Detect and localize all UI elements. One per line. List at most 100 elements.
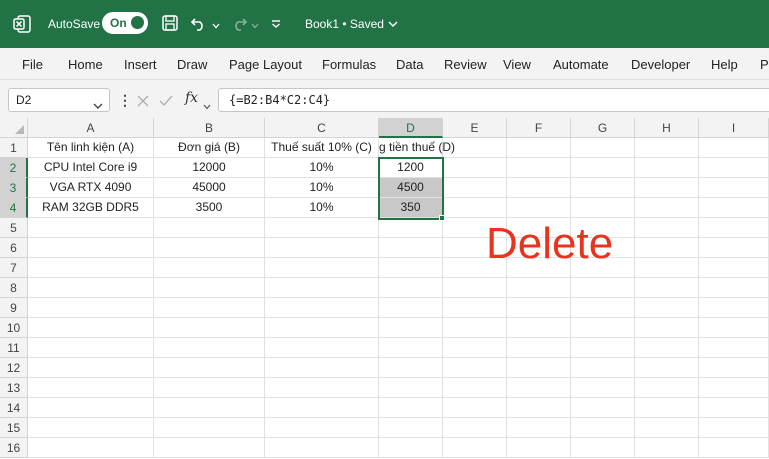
- cell-a4[interactable]: RAM 32GB DDR5: [28, 198, 154, 218]
- cell-c12[interactable]: [265, 358, 379, 378]
- redo-dropdown-icon[interactable]: [251, 19, 259, 29]
- cell-i11[interactable]: [699, 338, 769, 358]
- save-icon[interactable]: [160, 13, 180, 33]
- tab-file[interactable]: File: [22, 57, 43, 72]
- cell-a16[interactable]: [28, 438, 154, 458]
- cell-e4[interactable]: [443, 198, 507, 218]
- cell-a1[interactable]: Tên linh kiện (A): [28, 138, 154, 158]
- row-header-10[interactable]: 10: [0, 318, 28, 338]
- row-header-16[interactable]: 16: [0, 438, 28, 458]
- row-header-7[interactable]: 7: [0, 258, 28, 278]
- cell-g2[interactable]: [571, 158, 635, 178]
- tab-help[interactable]: Help: [711, 57, 738, 72]
- cell-i5[interactable]: [699, 218, 769, 238]
- document-title[interactable]: Book1 • Saved: [305, 17, 384, 31]
- undo-dropdown-icon[interactable]: [212, 19, 220, 29]
- cell-h13[interactable]: [635, 378, 699, 398]
- column-header-g[interactable]: G: [571, 118, 635, 138]
- tab-home[interactable]: Home: [68, 57, 103, 72]
- cell-g15[interactable]: [571, 418, 635, 438]
- column-header-a[interactable]: A: [28, 118, 154, 138]
- cell-h11[interactable]: [635, 338, 699, 358]
- cell-d4[interactable]: 350: [379, 198, 443, 218]
- tab-automate[interactable]: Automate: [553, 57, 609, 72]
- cell-e3[interactable]: [443, 178, 507, 198]
- cell-h6[interactable]: [635, 238, 699, 258]
- cell-c14[interactable]: [265, 398, 379, 418]
- cell-g3[interactable]: [571, 178, 635, 198]
- column-header-f[interactable]: F: [507, 118, 571, 138]
- cell-i4[interactable]: [699, 198, 769, 218]
- cell-b6[interactable]: [154, 238, 265, 258]
- cell-c16[interactable]: [265, 438, 379, 458]
- row-header-12[interactable]: 12: [0, 358, 28, 378]
- tab-insert[interactable]: Insert: [124, 57, 157, 72]
- autosave-toggle[interactable]: On: [102, 12, 148, 34]
- cell-c2[interactable]: 10%: [265, 158, 379, 178]
- cell-b5[interactable]: [154, 218, 265, 238]
- cell-g10[interactable]: [571, 318, 635, 338]
- cell-e2[interactable]: [443, 158, 507, 178]
- row-header-5[interactable]: 5: [0, 218, 28, 238]
- cell-d14[interactable]: [379, 398, 443, 418]
- cell-d8[interactable]: [379, 278, 443, 298]
- cell-a6[interactable]: [28, 238, 154, 258]
- cell-f2[interactable]: [507, 158, 571, 178]
- cell-c13[interactable]: [265, 378, 379, 398]
- cell-a3[interactable]: VGA RTX 4090: [28, 178, 154, 198]
- cell-e11[interactable]: [443, 338, 507, 358]
- cell-i8[interactable]: [699, 278, 769, 298]
- cell-d1[interactable]: g tiền thuế (D): [379, 138, 455, 158]
- cell-c8[interactable]: [265, 278, 379, 298]
- worksheet-grid[interactable]: ABCDEFGHI 1 2 3 4 5 6 7 8 9 10 11 12 13 14 15 16 Tên li…: [0, 118, 769, 459]
- cell-b1[interactable]: Đơn giá (B): [154, 138, 265, 158]
- cell-b13[interactable]: [154, 378, 265, 398]
- cell-f16[interactable]: [507, 438, 571, 458]
- cell-b7[interactable]: [154, 258, 265, 278]
- cell-h15[interactable]: [635, 418, 699, 438]
- fx-chevron-down-icon[interactable]: [203, 97, 211, 110]
- cell-c6[interactable]: [265, 238, 379, 258]
- cell-d3[interactable]: 4500: [379, 178, 443, 198]
- cell-i15[interactable]: [699, 418, 769, 438]
- cell-d11[interactable]: [379, 338, 443, 358]
- row-header-2[interactable]: 2: [0, 158, 28, 178]
- fill-handle[interactable]: [439, 215, 445, 221]
- redo-icon[interactable]: [229, 13, 249, 33]
- cell-h5[interactable]: [635, 218, 699, 238]
- cell-f9[interactable]: [507, 298, 571, 318]
- cell-g13[interactable]: [571, 378, 635, 398]
- cell-g1[interactable]: [571, 138, 635, 158]
- cell-a11[interactable]: [28, 338, 154, 358]
- tab-data[interactable]: Data: [396, 57, 423, 72]
- cell-b10[interactable]: [154, 318, 265, 338]
- tab-view[interactable]: View: [503, 57, 531, 72]
- cell-h10[interactable]: [635, 318, 699, 338]
- cell-a14[interactable]: [28, 398, 154, 418]
- cell-f10[interactable]: [507, 318, 571, 338]
- cell-d2[interactable]: 1200: [379, 158, 443, 178]
- cell-f3[interactable]: [507, 178, 571, 198]
- cell-c11[interactable]: [265, 338, 379, 358]
- cell-d6[interactable]: [379, 238, 443, 258]
- cell-c10[interactable]: [265, 318, 379, 338]
- cell-f13[interactable]: [507, 378, 571, 398]
- row-header-9[interactable]: 9: [0, 298, 28, 318]
- cell-f4[interactable]: [507, 198, 571, 218]
- cell-d16[interactable]: [379, 438, 443, 458]
- cell-b15[interactable]: [154, 418, 265, 438]
- cell-h1[interactable]: [635, 138, 699, 158]
- cell-b3[interactable]: 45000: [154, 178, 265, 198]
- formula-input[interactable]: {=B2:B4*C2:C4}: [218, 88, 769, 112]
- cell-d13[interactable]: [379, 378, 443, 398]
- cell-e13[interactable]: [443, 378, 507, 398]
- cell-d10[interactable]: [379, 318, 443, 338]
- cell-d5[interactable]: [379, 218, 443, 238]
- cell-f1[interactable]: [507, 138, 571, 158]
- cell-b14[interactable]: [154, 398, 265, 418]
- column-header-e[interactable]: E: [443, 118, 507, 138]
- cell-a2[interactable]: CPU Intel Core i9: [28, 158, 154, 178]
- cell-d12[interactable]: [379, 358, 443, 378]
- cell-h4[interactable]: [635, 198, 699, 218]
- name-box-chevron-down-icon[interactable]: [93, 97, 103, 109]
